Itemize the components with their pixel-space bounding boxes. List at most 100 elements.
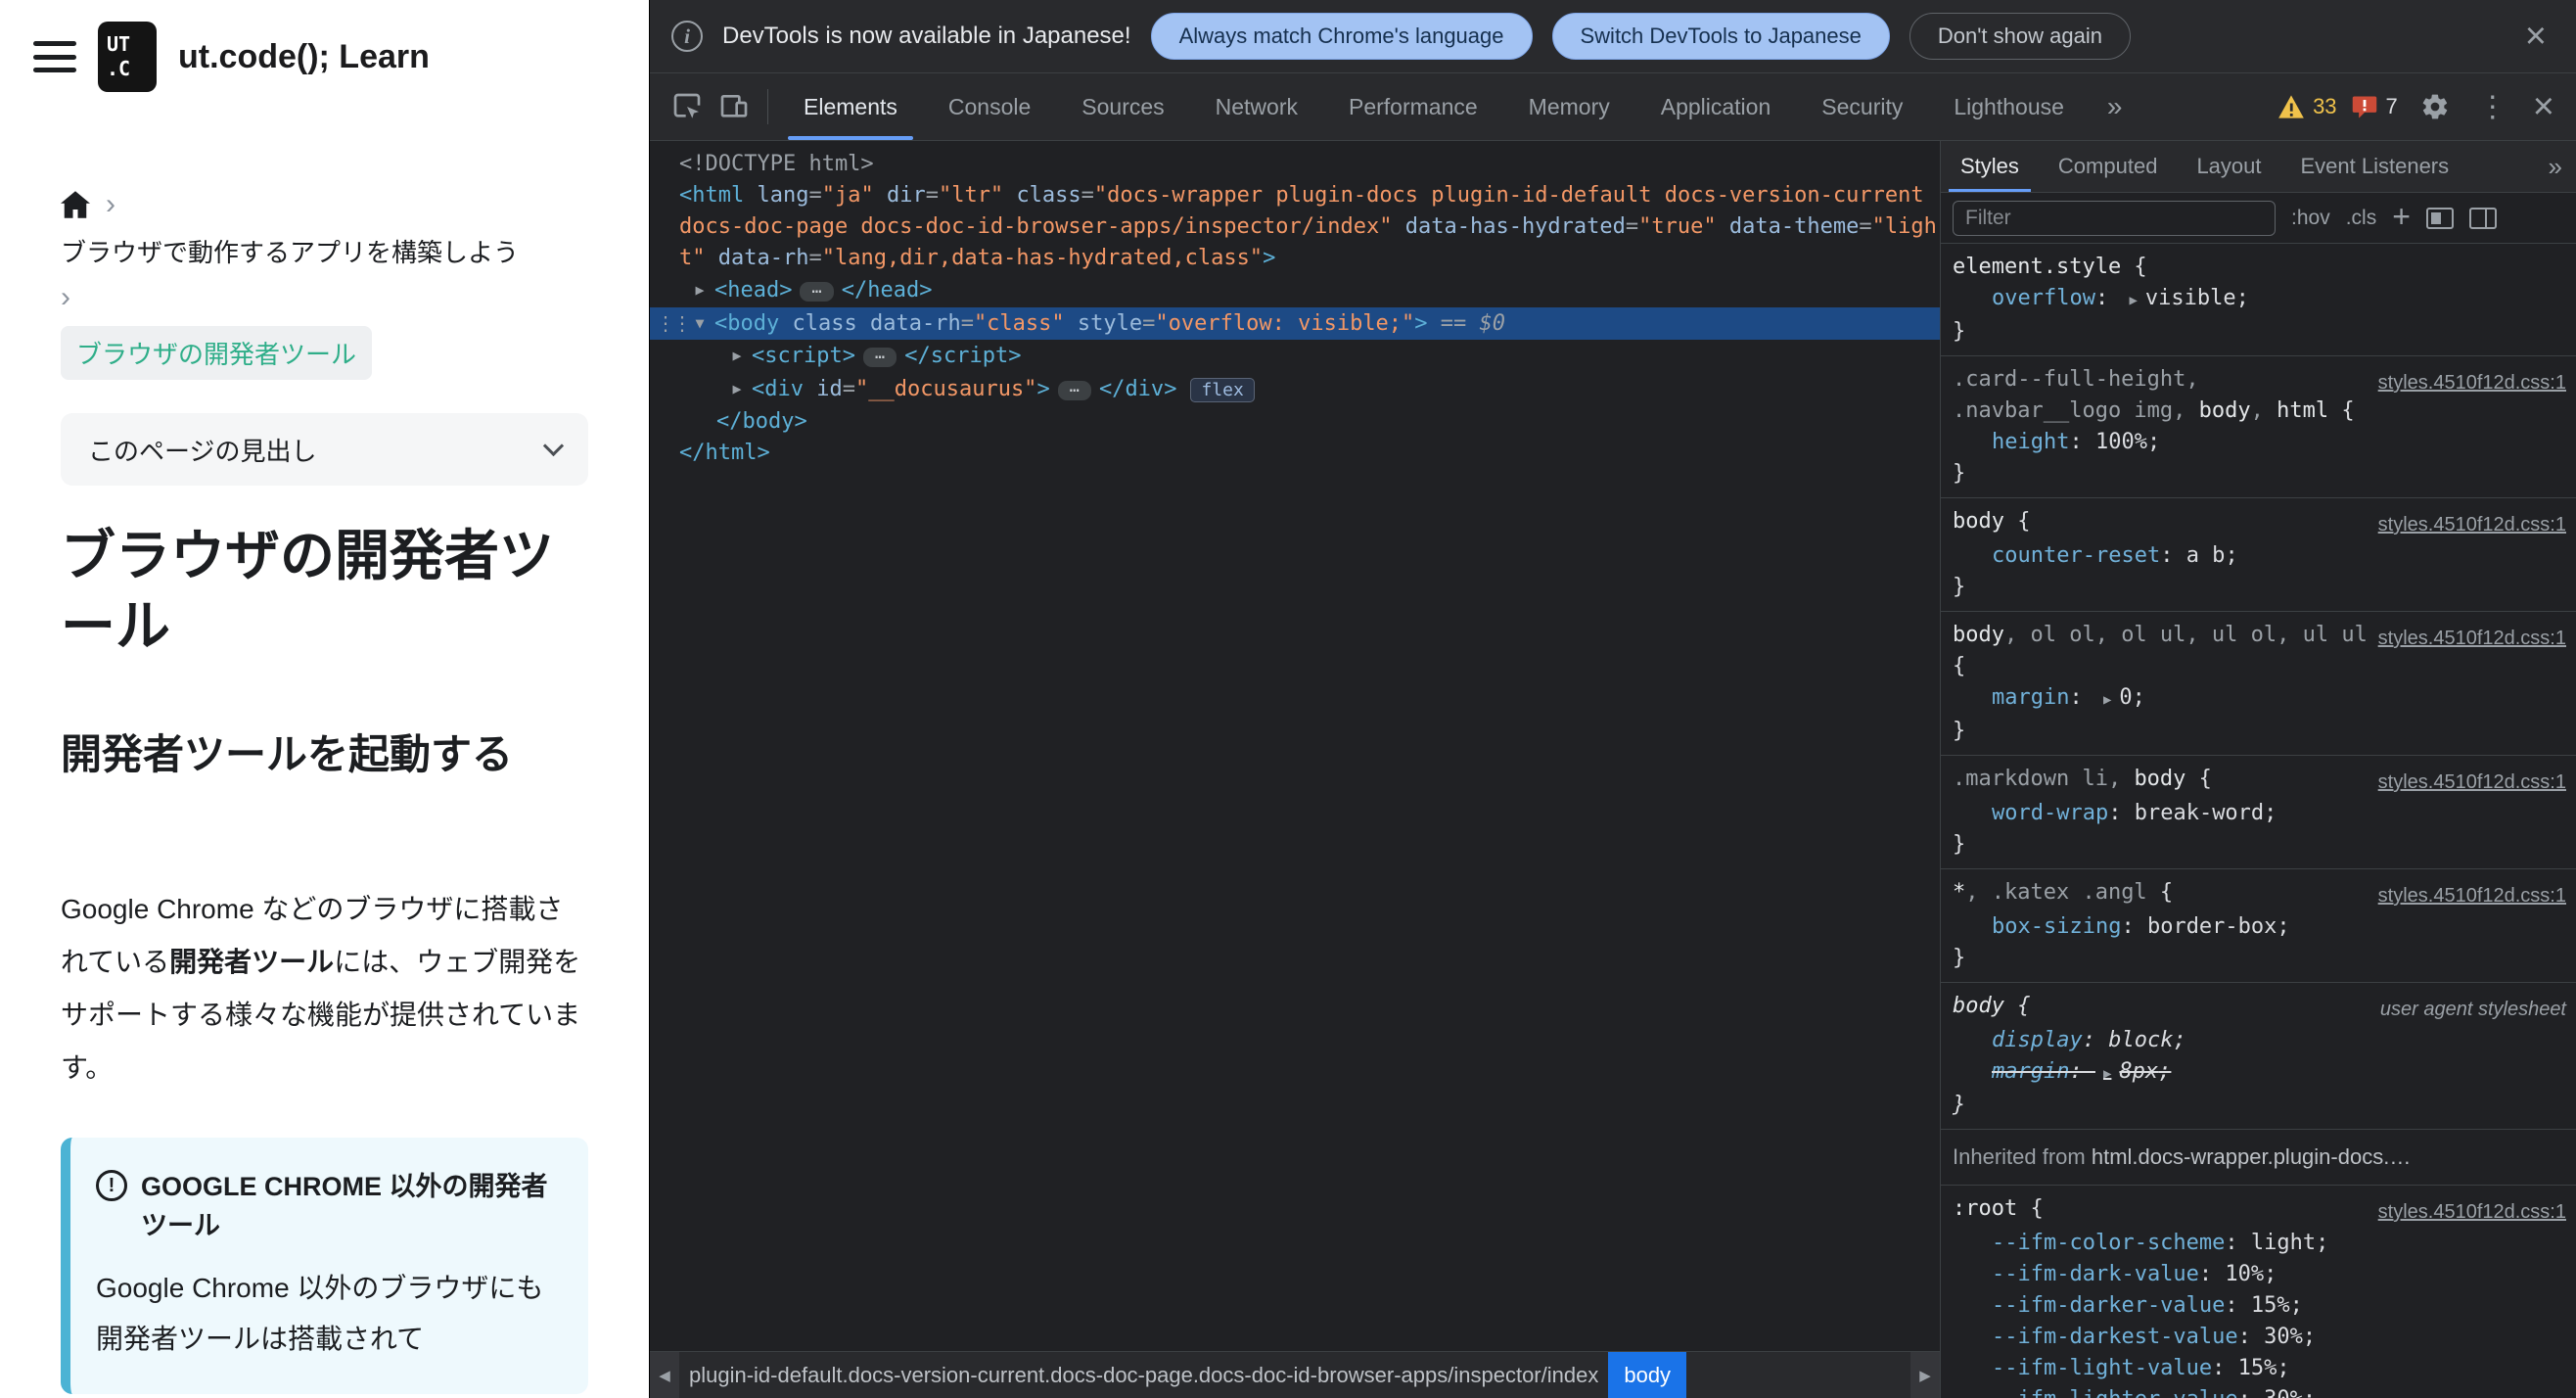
- css-declaration[interactable]: counter-reset: a b;: [1953, 540, 2566, 572]
- css-declaration[interactable]: word-wrap: break-word;: [1953, 798, 2566, 829]
- devtools-tab-console[interactable]: Console: [923, 73, 1056, 140]
- dom-node[interactable]: ▶ <script> ⋯ </script>: [650, 340, 1940, 373]
- styles-tab-computed[interactable]: Computed: [2039, 141, 2178, 192]
- css-declaration[interactable]: box-sizing: border-box;: [1953, 911, 2566, 943]
- dom-node[interactable]: ⋮⋮ ▼ <body class data-rh="class" style="ov…: [650, 307, 1940, 340]
- page-toc-toggle[interactable]: このページの見出し: [61, 413, 588, 486]
- element-classes-button[interactable]: .cls: [2346, 207, 2377, 230]
- utcode-logo[interactable]: UT .C: [98, 22, 157, 92]
- stylesheet-link[interactable]: styles.4510f12d.css:1: [2378, 877, 2566, 911]
- css-declaration[interactable]: --ifm-color-scheme: light;: [1953, 1228, 2566, 1259]
- expand-arrow-icon[interactable]: ▶: [722, 340, 752, 371]
- stylesheet-link[interactable]: styles.4510f12d.css:1: [2378, 506, 2566, 540]
- issues-indicator[interactable]: 7: [2351, 94, 2398, 119]
- rule-selector[interactable]: body {: [1953, 506, 2030, 540]
- dom-node[interactable]: <!DOCTYPE html>: [650, 149, 1940, 180]
- devtools-tab-application[interactable]: Application: [1635, 73, 1797, 140]
- body-paragraph: Google Chrome などのブラウザに搭載されている開発者ツールには、ウェ…: [61, 894, 581, 1084]
- dom-node[interactable]: </html>: [650, 438, 1940, 469]
- stylesheet-link[interactable]: styles.4510f12d.css:1: [2378, 364, 2566, 427]
- expand-value-icon[interactable]: ▶: [2103, 1066, 2111, 1082]
- ellipsis-expander-icon[interactable]: ⋯: [800, 282, 834, 302]
- css-declaration[interactable]: display: block;: [1953, 1025, 2566, 1056]
- more-options-icon[interactable]: ⋮: [2472, 90, 2513, 124]
- dom-node[interactable]: </body>: [650, 406, 1940, 438]
- dom-node[interactable]: <html lang="ja" dir="ltr" class="docs-wr…: [650, 180, 1940, 274]
- rule-selector[interactable]: element.style {: [1953, 252, 2147, 283]
- switch-japanese-button[interactable]: Switch DevTools to Japanese: [1551, 13, 1890, 60]
- match-language-button[interactable]: Always match Chrome's language: [1150, 13, 1533, 60]
- crumbs-scroll-right-icon[interactable]: ▶: [1910, 1352, 1940, 1398]
- collapse-arrow-icon[interactable]: ▼: [685, 307, 714, 339]
- dom-node[interactable]: ▶ <head> ⋯ </head>: [650, 274, 1940, 307]
- rule-selector[interactable]: *, .katex .angl {: [1953, 877, 2173, 911]
- css-declaration[interactable]: --ifm-darker-value: 15%;: [1953, 1290, 2566, 1322]
- dom-token: head: [727, 278, 780, 303]
- expand-arrow-icon[interactable]: ▶: [722, 373, 752, 404]
- styles-tab-styles[interactable]: Styles: [1941, 141, 2039, 192]
- css-declaration[interactable]: --ifm-darkest-value: 30%;: [1953, 1322, 2566, 1353]
- warnings-indicator[interactable]: 33: [2277, 94, 2337, 119]
- expand-value-icon[interactable]: ▶: [2103, 692, 2111, 708]
- styles-sidebar: StylesComputedLayoutEvent Listeners » :h…: [1940, 141, 2576, 1398]
- flex-badge[interactable]: flex: [1190, 378, 1255, 402]
- styles-tab-event-listeners[interactable]: Event Listeners: [2281, 141, 2469, 192]
- info-icon: i: [671, 21, 703, 52]
- devtools-tab-lighthouse[interactable]: Lighthouse: [1928, 73, 2090, 140]
- devtools-tab-sources[interactable]: Sources: [1056, 73, 1189, 140]
- css-declaration[interactable]: --ifm-lighter-value: 30%;: [1953, 1384, 2566, 1398]
- styles-filter-input[interactable]: [1953, 200, 2276, 236]
- infobar-close-icon[interactable]: ×: [2517, 18, 2554, 55]
- inherited-element-link[interactable]: html.docs-wrapper.plugin-docs.…: [2092, 1144, 2411, 1169]
- stylesheet-link[interactable]: styles.4510f12d.css:1: [2378, 1193, 2566, 1228]
- css-declaration[interactable]: height: 100%;: [1953, 427, 2566, 458]
- rule-selector[interactable]: .markdown li, body {: [1953, 764, 2212, 798]
- dom-token: "lang,dir,data-has-hydrated,class": [821, 246, 1264, 270]
- inspect-element-icon[interactable]: [664, 83, 711, 130]
- site-title[interactable]: ut.code(); Learn: [178, 38, 430, 76]
- devtools-tab-network[interactable]: Network: [1190, 73, 1323, 140]
- settings-gear-icon[interactable]: [2412, 83, 2459, 130]
- rule-selector[interactable]: body, ol ol, ol ul, ul ol, ul ul {: [1953, 620, 2369, 682]
- dom-node[interactable]: ▶ <div id="__docusaurus"> ⋯ </div> flex: [650, 373, 1940, 406]
- html-crumb[interactable]: plugin-id-default.docs-version-current.d…: [689, 1363, 1598, 1388]
- devtools-tab-performance[interactable]: Performance: [1323, 73, 1503, 140]
- devtools-tab-elements[interactable]: Elements: [778, 73, 923, 140]
- css-declaration[interactable]: overflow: ▶ visible;: [1953, 283, 2566, 316]
- dont-show-again-button[interactable]: Don't show again: [1909, 13, 2131, 60]
- rule-selector[interactable]: :root {: [1953, 1193, 2044, 1228]
- computed-sidebar-icon[interactable]: [2468, 207, 2497, 229]
- dom-token: html: [705, 441, 758, 465]
- css-declaration[interactable]: --ifm-light-value: 15%;: [1953, 1353, 2566, 1384]
- devtools-tab-security[interactable]: Security: [1796, 73, 1928, 140]
- rule-selector[interactable]: .card--full-height, .navbar__logo img, b…: [1953, 364, 2369, 427]
- ellipsis-expander-icon[interactable]: ⋯: [1057, 381, 1091, 400]
- stylesheet-link[interactable]: styles.4510f12d.css:1: [2378, 620, 2566, 682]
- home-icon[interactable]: [61, 191, 90, 218]
- new-style-rule-icon[interactable]: +: [2392, 201, 2411, 232]
- expand-value-icon[interactable]: ▶: [2129, 293, 2137, 308]
- device-toolbar-icon[interactable]: [711, 83, 758, 130]
- stylesheet-link[interactable]: styles.4510f12d.css:1: [2378, 764, 2566, 798]
- selected-element-crumb[interactable]: body: [1608, 1352, 1687, 1398]
- dom-token: [857, 311, 870, 336]
- ellipsis-expander-icon[interactable]: ⋯: [862, 348, 897, 367]
- devtools-close-icon[interactable]: ×: [2527, 88, 2560, 125]
- more-tabs-icon[interactable]: »: [2090, 91, 2140, 122]
- rule-selector[interactable]: body {: [1953, 991, 2030, 1025]
- breadcrumb-course-link[interactable]: ブラウザで動作するアプリを構築しよう: [61, 233, 519, 269]
- more-sidebar-tabs-icon[interactable]: »: [2535, 152, 2576, 182]
- toolbar-divider: [767, 89, 768, 124]
- dom-token: =: [1081, 183, 1094, 208]
- css-declaration[interactable]: --ifm-dark-value: 10%;: [1953, 1259, 2566, 1290]
- styles-tab-layout[interactable]: Layout: [2177, 141, 2280, 192]
- menu-icon[interactable]: [33, 41, 76, 72]
- css-declaration[interactable]: margin: ▶ 0;: [1953, 682, 2566, 716]
- dom-token: <: [752, 377, 765, 401]
- css-declaration[interactable]: margin: ▶ 8px;: [1953, 1056, 2566, 1090]
- toggle-element-state-button[interactable]: :hov: [2291, 207, 2330, 230]
- crumbs-scroll-left-icon[interactable]: ◀: [650, 1352, 679, 1398]
- devtools-tab-memory[interactable]: Memory: [1503, 73, 1635, 140]
- rendering-icon[interactable]: [2425, 207, 2454, 229]
- expand-arrow-icon[interactable]: ▶: [685, 274, 714, 305]
